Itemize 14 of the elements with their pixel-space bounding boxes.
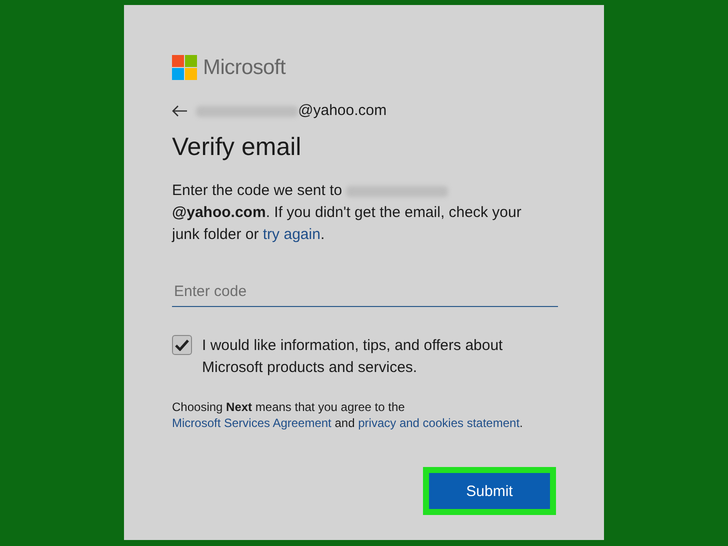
back-arrow-icon[interactable] [172,104,188,116]
instructions: Enter the code we sent to @yahoo.com. If you didn't get the email, check your junk folder or try again. [172,181,522,245]
link[interactable]: privacy and cookies statement [358,416,520,430]
logo-icon [172,55,197,80]
terms-text: Choosing Next means that you agree to the Microsoft Services Agreement and privacy and cookies statement. [172,399,524,431]
submit-button[interactable]: Submit [429,473,550,509]
link[interactable]: try again [262,226,320,243]
link[interactable]: Microsoft Services Agreement [172,416,332,430]
checkbox[interactable] [172,335,192,355]
code-field[interactable]: Enter code [172,277,558,307]
checkbox-label: I would like information, tips, and offers about Microsoft products and services. [202,336,504,378]
page-title: Verify email [172,133,302,162]
account-email: @yahoo.com [196,102,387,119]
brand-name: Microsoft [203,56,286,80]
